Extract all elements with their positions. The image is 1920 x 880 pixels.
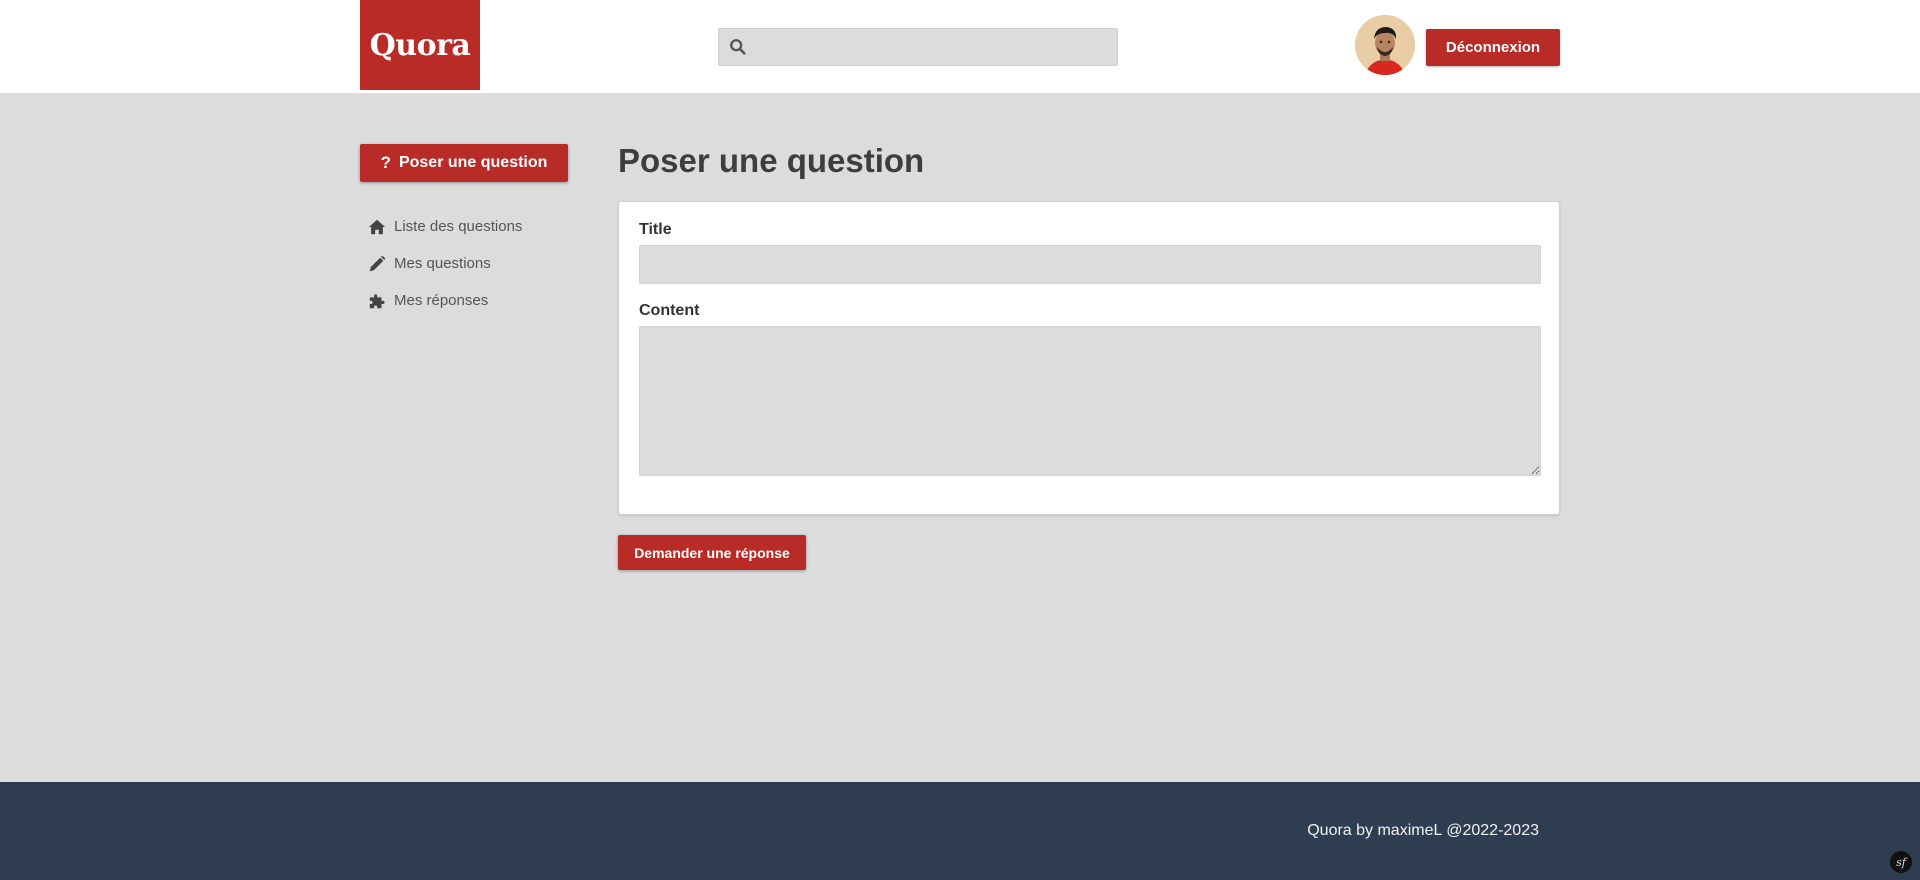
avatar-image	[1355, 15, 1415, 75]
logo-text: Quora	[369, 27, 471, 63]
logout-button[interactable]: Déconnexion	[1426, 29, 1560, 66]
question-mark-icon: ?	[380, 153, 391, 172]
search-bar[interactable]	[718, 28, 1118, 66]
sidebar-item-label: Mes questions	[394, 255, 491, 272]
search-icon	[730, 39, 746, 55]
question-form-card: Title Content	[618, 201, 1560, 515]
pencil-icon	[369, 255, 386, 271]
quora-logo[interactable]: Quora	[360, 0, 480, 90]
ask-question-label: Poser une question	[398, 154, 548, 171]
sidebar-item-my-questions[interactable]: Mes questions	[368, 245, 522, 282]
top-header: Quora Déconnexion	[0, 0, 1920, 93]
search-input[interactable]	[753, 29, 1113, 65]
footer-copyright: Quora by maximeL @2022-2023	[1307, 822, 1539, 839]
sidebar-item-label: Liste des questions	[394, 218, 523, 235]
symfony-badge-text: sf	[1896, 855, 1906, 869]
content-label: Content	[639, 302, 700, 319]
ask-question-button[interactable]: ? Poser une question	[360, 144, 568, 182]
title-input[interactable]	[639, 245, 1541, 284]
sidebar-item-questions-list[interactable]: Liste des questions	[368, 208, 522, 245]
user-avatar[interactable]	[1355, 15, 1415, 75]
title-label: Title	[639, 221, 672, 238]
content-textarea[interactable]	[639, 326, 1541, 476]
submit-question-button[interactable]: Demander une réponse	[618, 535, 806, 570]
sidebar-nav: Liste des questions Mes questions Mes ré…	[368, 208, 522, 319]
page-footer: Quora by maximeL @2022-2023	[0, 782, 1920, 880]
home-icon	[368, 219, 386, 234]
page-title: Poser une question	[618, 142, 925, 179]
symfony-icon[interactable]: sf	[1890, 851, 1912, 873]
sidebar-item-my-answers[interactable]: Mes réponses	[368, 282, 522, 319]
sidebar-item-label: Mes réponses	[394, 292, 489, 309]
puzzle-icon	[369, 293, 385, 308]
